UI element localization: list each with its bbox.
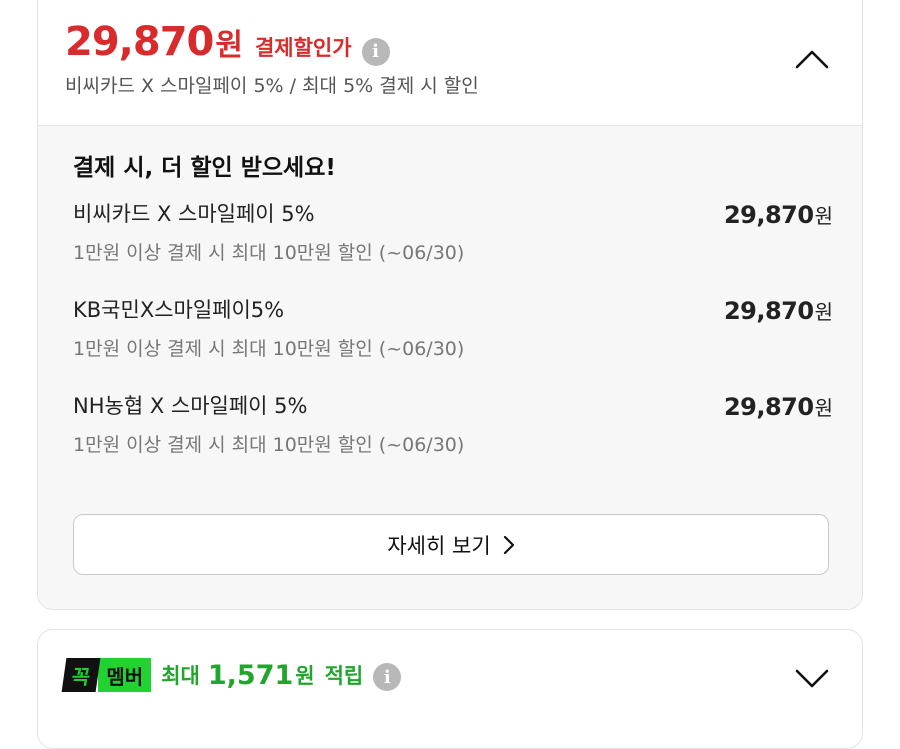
member-logo-left: 꼭 <box>61 658 101 692</box>
info-icon[interactable]: i <box>361 37 390 66</box>
offer-name: NH농협 X 스마일페이 5% <box>73 394 308 418</box>
view-details-button[interactable]: 자세히 보기 <box>73 514 829 575</box>
payment-discount-card: 29,870 원 결제할인가 i 비씨카드 X 스마일페이 5% / 최대 5%… <box>37 0 863 610</box>
view-details-label: 자세히 보기 <box>387 533 491 558</box>
offer-price-value: 29,870 <box>723 393 814 421</box>
offer-name: 비씨카드 X 스마일페이 5% <box>73 202 315 226</box>
member-logo-right: 멤버 <box>98 658 152 692</box>
offer-name: KB국민X스마일페이5% <box>73 298 285 322</box>
offer-price-unit: 원 <box>814 204 833 228</box>
price-summary-header[interactable]: 29,870 원 결제할인가 i 비씨카드 X 스마일페이 5% / 최대 5%… <box>38 0 862 126</box>
price-unit: 원 <box>215 28 243 63</box>
benefits-title: 결제 시, 더 할인 받으세요! <box>73 155 336 181</box>
offer-desc: 1만원 이상 결제 시 최대 10만원 할인 (~06/30) <box>73 242 465 264</box>
offer-price-value: 29,870 <box>723 201 814 229</box>
price-label: 결제할인가 <box>254 36 352 60</box>
expand-toggle-button[interactable] <box>790 656 834 700</box>
offer-item: 비씨카드 X 스마일페이 5% 1만원 이상 결제 시 최대 10만원 할인 (… <box>73 198 833 278</box>
chevron-down-icon <box>795 669 829 688</box>
member-logo: 꼭 멤버 <box>61 658 152 692</box>
reward-prefix: 최대 <box>161 664 200 688</box>
offer-price: 29,870원 <box>724 200 833 229</box>
offer-desc: 1만원 이상 결제 시 최대 10만원 할인 (~06/30) <box>73 338 465 360</box>
reward-points: 1,571 <box>207 659 294 691</box>
offer-price: 29,870원 <box>724 392 833 421</box>
benefits-panel: 결제 시, 더 할인 받으세요! 비씨카드 X 스마일페이 5% 1만원 이상 … <box>38 126 862 609</box>
offer-item: KB국민X스마일페이5% 1만원 이상 결제 시 최대 10만원 할인 (~06… <box>73 294 833 374</box>
price-subtitle: 비씨카드 X 스마일페이 5% / 최대 5% 결제 시 할인 <box>65 75 479 97</box>
info-icon[interactable]: i <box>373 663 402 691</box>
offer-price-unit: 원 <box>814 396 833 420</box>
chevron-right-icon <box>503 535 515 555</box>
reward-suffix: 적립 <box>324 664 364 688</box>
member-reward-card[interactable]: 꼭 멤버 최대 1,571 원 적립 i <box>37 629 863 749</box>
offer-desc: 1만원 이상 결제 시 최대 10만원 할인 (~06/30) <box>73 434 465 456</box>
reward-unit: 원 <box>295 664 315 688</box>
price-line: 29,870 원 결제할인가 i <box>65 19 390 66</box>
offer-item: NH농협 X 스마일페이 5% 1만원 이상 결제 시 최대 10만원 할인 (… <box>73 390 833 470</box>
discount-price: 29,870 <box>65 19 214 65</box>
collapse-toggle-button[interactable] <box>790 37 834 81</box>
offer-price-value: 29,870 <box>723 297 814 325</box>
offer-price-unit: 원 <box>814 300 833 324</box>
chevron-up-icon <box>795 50 829 69</box>
member-reward-row: 꼭 멤버 최대 1,571 원 적립 i <box>61 658 402 692</box>
offer-price: 29,870원 <box>724 296 833 325</box>
